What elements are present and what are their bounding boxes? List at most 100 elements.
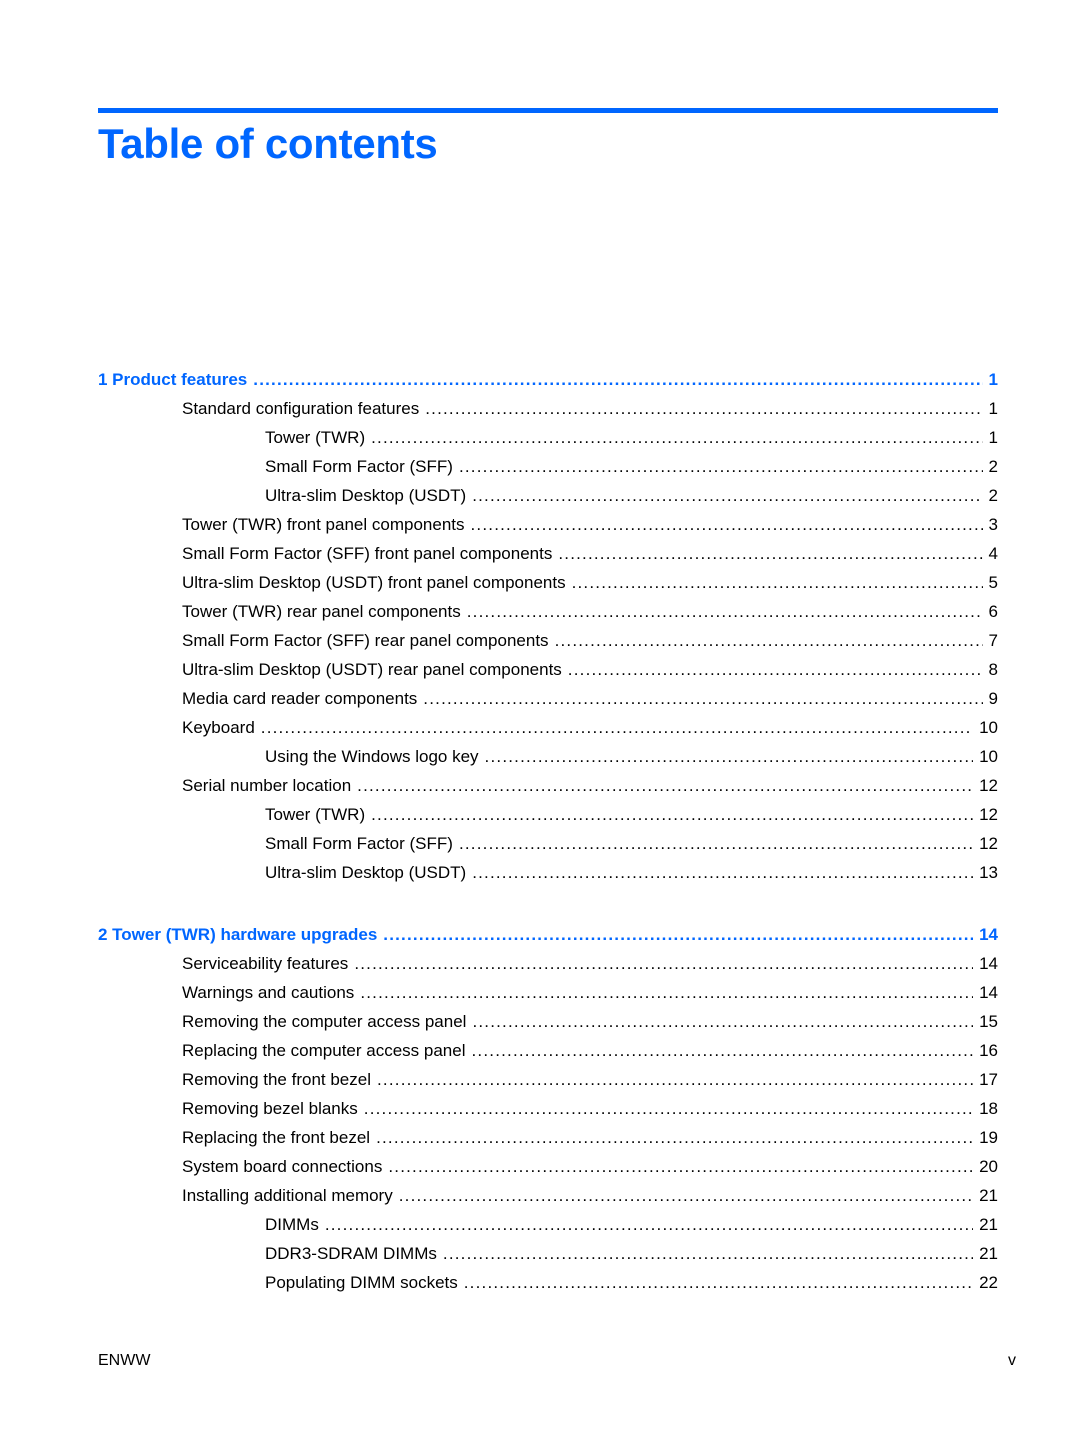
toc-entry-page[interactable]: 22 xyxy=(973,1273,998,1293)
toc-entry-label[interactable]: Removing the front bezel xyxy=(182,1070,377,1090)
toc-entry-label[interactable]: Media card reader components xyxy=(182,689,423,709)
toc-entry-label[interactable]: Serial number location xyxy=(182,776,357,796)
toc-entry-page[interactable]: 12 xyxy=(973,834,998,854)
dot-leader xyxy=(472,486,982,506)
toc-entry-page[interactable]: 9 xyxy=(983,689,998,709)
toc-subsection[interactable]: Small Form Factor (SFF) 2 xyxy=(98,457,998,486)
toc-entry-label[interactable]: DIMMs xyxy=(265,1215,325,1235)
toc-entry-label[interactable]: Removing bezel blanks xyxy=(182,1099,364,1119)
toc-section[interactable]: Keyboard 10 xyxy=(98,718,998,747)
toc-entry-page[interactable]: 19 xyxy=(973,1128,998,1148)
toc-entry-page[interactable]: 10 xyxy=(973,718,998,738)
toc-entry-label[interactable]: Tower (TWR) rear panel components xyxy=(182,602,467,622)
toc-entry-label[interactable]: Tower (TWR) front panel components xyxy=(182,515,471,535)
toc-entry-label[interactable]: Using the Windows logo key xyxy=(265,747,485,767)
toc-section[interactable]: Ultra-slim Desktop (USDT) front panel co… xyxy=(98,573,998,602)
toc-entry-page[interactable]: 1 xyxy=(983,428,998,448)
toc-entry-page[interactable]: 4 xyxy=(983,544,998,564)
footer-left-label: ENWW xyxy=(98,1352,151,1369)
toc-section[interactable]: Small Form Factor (SFF) front panel comp… xyxy=(98,544,998,573)
toc-entry-page[interactable]: 8 xyxy=(983,660,998,680)
toc-entry-page[interactable]: 15 xyxy=(973,1012,998,1032)
toc-entry-page[interactable]: 12 xyxy=(973,805,998,825)
dot-leader xyxy=(443,1244,973,1264)
toc-entry-label[interactable]: 1 Product features xyxy=(98,370,253,390)
toc-section[interactable]: Replacing the computer access panel 16 xyxy=(98,1041,998,1070)
toc-entry-page[interactable]: 10 xyxy=(973,747,998,767)
toc-entry-page[interactable]: 5 xyxy=(983,573,998,593)
toc-entry-label[interactable]: Small Form Factor (SFF) xyxy=(265,834,459,854)
toc-entry-label[interactable]: Small Form Factor (SFF) front panel comp… xyxy=(182,544,558,564)
toc-subsection[interactable]: Ultra-slim Desktop (USDT) 13 xyxy=(98,863,998,892)
toc-entry-label[interactable]: Ultra-slim Desktop (USDT) xyxy=(265,486,472,506)
toc-entry-page[interactable]: 18 xyxy=(973,1099,998,1119)
toc-section[interactable]: Tower (TWR) rear panel components 6 xyxy=(98,602,998,631)
toc-entry-label[interactable]: Small Form Factor (SFF) xyxy=(265,457,459,477)
toc-entry-label[interactable]: Tower (TWR) xyxy=(265,428,371,448)
toc-entry-label[interactable]: Tower (TWR) xyxy=(265,805,371,825)
toc-entry-label[interactable]: Ultra-slim Desktop (USDT) rear panel com… xyxy=(182,660,568,680)
toc-entry-label[interactable]: Ultra-slim Desktop (USDT) front panel co… xyxy=(182,573,572,593)
toc-entry-page[interactable]: 1 xyxy=(983,370,998,390)
toc-entry-page[interactable]: 16 xyxy=(973,1041,998,1061)
toc-entry-label[interactable]: DDR3-SDRAM DIMMs xyxy=(265,1244,443,1264)
toc-entry-page[interactable]: 14 xyxy=(973,954,998,974)
toc-entry-label[interactable]: Serviceability features xyxy=(182,954,354,974)
toc-entry-page[interactable]: 13 xyxy=(973,863,998,883)
toc-entry-label[interactable]: Replacing the front bezel xyxy=(182,1128,376,1148)
toc-entry-page[interactable]: 2 xyxy=(983,457,998,477)
toc-subsection[interactable]: Populating DIMM sockets 22 xyxy=(98,1273,998,1302)
toc-section[interactable]: System board connections 20 xyxy=(98,1157,998,1186)
toc-section[interactable]: Installing additional memory 21 xyxy=(98,1186,998,1215)
toc-subsection[interactable]: Tower (TWR) 12 xyxy=(98,805,998,834)
toc-section[interactable]: Warnings and cautions 14 xyxy=(98,983,998,1012)
toc-entry-page[interactable]: 17 xyxy=(973,1070,998,1090)
toc-entry-label[interactable]: Warnings and cautions xyxy=(182,983,360,1003)
toc-section[interactable]: Removing the computer access panel 15 xyxy=(98,1012,998,1041)
toc-subsection[interactable]: Tower (TWR) 1 xyxy=(98,428,998,457)
toc-entry-page[interactable]: 21 xyxy=(973,1244,998,1264)
dot-leader xyxy=(555,631,983,651)
toc-subsection[interactable]: Small Form Factor (SFF) 12 xyxy=(98,834,998,863)
toc-entry-label[interactable]: Populating DIMM sockets xyxy=(265,1273,464,1293)
dot-leader xyxy=(383,925,973,945)
toc-entry-page[interactable]: 20 xyxy=(973,1157,998,1177)
toc-entry-page[interactable]: 7 xyxy=(983,631,998,651)
toc-entry-page[interactable]: 1 xyxy=(983,399,998,419)
toc-entry-page[interactable]: 14 xyxy=(973,925,998,945)
toc-entry-page[interactable]: 21 xyxy=(973,1215,998,1235)
toc-chapter[interactable]: 1 Product features 1 xyxy=(98,370,998,399)
toc-subsection[interactable]: DIMMs 21 xyxy=(98,1215,998,1244)
toc-section[interactable]: Tower (TWR) front panel components 3 xyxy=(98,515,998,544)
toc-entry-label[interactable]: Keyboard xyxy=(182,718,261,738)
toc-entry-page[interactable]: 14 xyxy=(973,983,998,1003)
toc-section[interactable]: Removing bezel blanks 18 xyxy=(98,1099,998,1128)
toc-entry-page[interactable]: 21 xyxy=(973,1186,998,1206)
toc-entry-page[interactable]: 12 xyxy=(973,776,998,796)
toc-section[interactable]: Standard configuration features 1 xyxy=(98,399,998,428)
toc-section[interactable]: Ultra-slim Desktop (USDT) rear panel com… xyxy=(98,660,998,689)
toc-section[interactable]: Media card reader components 9 xyxy=(98,689,998,718)
toc-section[interactable]: Serviceability features 14 xyxy=(98,954,998,983)
toc-entry-page[interactable]: 6 xyxy=(983,602,998,622)
toc-entry-label[interactable]: Replacing the computer access panel xyxy=(182,1041,472,1061)
toc-subsection[interactable]: Using the Windows logo key 10 xyxy=(98,747,998,776)
toc-entry-label[interactable]: Installing additional memory xyxy=(182,1186,399,1206)
toc-entry-page[interactable]: 2 xyxy=(983,486,998,506)
toc-section[interactable]: Small Form Factor (SFF) rear panel compo… xyxy=(98,631,998,660)
toc-entry-label[interactable]: Small Form Factor (SFF) rear panel compo… xyxy=(182,631,555,651)
toc-chapter[interactable]: 2 Tower (TWR) hardware upgrades 14 xyxy=(98,925,998,954)
toc-entry-label[interactable]: System board connections xyxy=(182,1157,388,1177)
toc-entry-label[interactable]: Removing the computer access panel xyxy=(182,1012,472,1032)
toc-subsection[interactable]: DDR3-SDRAM DIMMs 21 xyxy=(98,1244,998,1273)
toc-section[interactable]: Replacing the front bezel 19 xyxy=(98,1128,998,1157)
toc-entry-label[interactable]: Standard configuration features xyxy=(182,399,425,419)
toc-section[interactable]: Removing the front bezel 17 xyxy=(98,1070,998,1099)
dot-leader xyxy=(253,370,982,390)
dot-leader xyxy=(467,602,983,622)
toc-entry-label[interactable]: Ultra-slim Desktop (USDT) xyxy=(265,863,472,883)
toc-entry-label[interactable]: 2 Tower (TWR) hardware upgrades xyxy=(98,925,383,945)
toc-subsection[interactable]: Ultra-slim Desktop (USDT) 2 xyxy=(98,486,998,515)
toc-entry-page[interactable]: 3 xyxy=(983,515,998,535)
toc-section[interactable]: Serial number location 12 xyxy=(98,776,998,805)
